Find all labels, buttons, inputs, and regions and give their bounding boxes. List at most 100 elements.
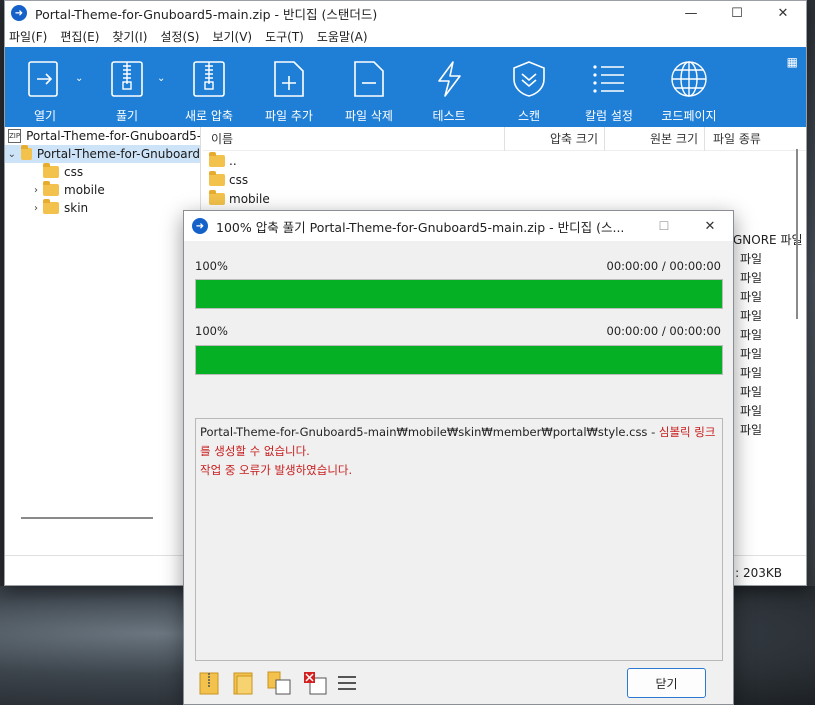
dialog-titlebar: ➜ 100% 압축 풀기 Portal-Theme-for-Gnuboard5-…: [184, 211, 733, 241]
folder-icon: [209, 170, 225, 186]
folder-icon: [209, 189, 225, 205]
toolbar-add-file-button[interactable]: 파일 추가: [249, 59, 329, 124]
file-type-cell: 파일: [740, 404, 763, 418]
dialog-footer: 닫기: [184, 662, 733, 704]
menu-lines-icon[interactable]: [336, 670, 360, 696]
toolbar-codepage-label: 코드페이지: [661, 109, 717, 123]
scan-icon: [509, 59, 549, 99]
menu-file[interactable]: 파일(F): [9, 28, 47, 45]
expand-chevron-icon[interactable]: ›: [29, 203, 43, 214]
toolbar-open-label: 열기: [33, 109, 57, 123]
maximize-button[interactable]: ☐: [714, 1, 760, 25]
column-name-header[interactable]: 이름: [203, 126, 505, 151]
log-file-path: Portal-Theme-for-Gnuboard5-main₩mobile₩s…: [200, 425, 659, 439]
tree-item-label: Portal-Theme-for-Gnuboard: [36, 147, 200, 161]
list-item-name: ..: [229, 153, 237, 168]
tree-root[interactable]: ZIP Portal-Theme-for-Gnuboard5-m: [5, 127, 200, 145]
file-list-scrollbar[interactable]: [796, 149, 798, 319]
column-type-header[interactable]: 파일 종류: [705, 127, 761, 151]
tree-item-label: css: [64, 165, 84, 179]
folder-icon: [20, 145, 32, 160]
open-dropdown-caret-icon[interactable]: ⌄: [75, 73, 87, 84]
bandizip-app-icon: ➜: [192, 218, 208, 234]
extract-dropdown-caret-icon[interactable]: ⌄: [157, 73, 169, 84]
codepage-icon: [669, 59, 709, 99]
menu-help[interactable]: 도움말(A): [317, 28, 368, 45]
column-packed-size-header[interactable]: 압축 크기: [505, 126, 605, 151]
progress1-percent: 100%: [195, 259, 228, 273]
toolbar-delete-file-label: 파일 삭제: [345, 109, 393, 123]
tree-root-label: Portal-Theme-for-Gnuboard5-m: [26, 129, 201, 143]
tree-item-mobile[interactable]: › mobile: [5, 181, 200, 199]
collapse-chevron-icon[interactable]: ⌄: [7, 149, 17, 160]
menu-tools[interactable]: 도구(T): [265, 28, 304, 45]
menu-find[interactable]: 찾기(I): [112, 28, 147, 45]
dialog-close-button[interactable]: 닫기: [627, 668, 706, 698]
dialog-close-x-button[interactable]: ✕: [687, 211, 733, 241]
folder-icon: [43, 199, 59, 214]
folder-icon: [209, 151, 225, 167]
file-type-cell: 파일: [740, 328, 763, 342]
toolbar-scan-button[interactable]: 스캔: [489, 59, 569, 124]
toolbar-column-settings-label: 칼럼 설정: [585, 109, 633, 123]
menu-view[interactable]: 보기(V): [212, 28, 252, 45]
folder-icon: [43, 163, 59, 178]
file-type-cell: 파일: [740, 252, 763, 266]
file-type-cell: 파일: [740, 385, 763, 399]
delete-archive-icon[interactable]: [302, 670, 327, 696]
progress-bar-current-fill: [196, 280, 722, 308]
toolbar-open-button[interactable]: 열기: [5, 59, 85, 124]
file-list-header: 이름 압축 크기 원본 크기 파일 종류: [203, 126, 806, 151]
main-titlebar: ➜ Portal-Theme-for-Gnuboard5-main.zip - …: [5, 1, 806, 25]
toolbar-new-archive-button[interactable]: 새로 압축: [169, 59, 249, 124]
dialog-title: 100% 압축 풀기 Portal-Theme-for-Gnuboard5-ma…: [216, 219, 625, 235]
toolbar: 열기 ⌄ 풀기 ⌄ 새로 압축 파일 추가 파일 삭제 테스트 스캔 칼럼 설정…: [5, 47, 806, 127]
log-error-summary: 작업 중 오류가 발생하였습니다.: [200, 463, 353, 477]
add-file-icon: [269, 59, 309, 99]
tree-item-selected-folder[interactable]: ⌄ Portal-Theme-for-Gnuboard: [5, 145, 200, 163]
open-archive-folder-icon[interactable]: [198, 670, 222, 696]
copy-files-icon[interactable]: [266, 670, 291, 696]
progress2-time: 00:00:00 / 00:00:00: [606, 324, 721, 338]
column-settings-icon: [589, 59, 629, 99]
toolbar-add-file-label: 파일 추가: [265, 109, 313, 123]
progress1-time: 00:00:00 / 00:00:00: [606, 259, 721, 273]
progress-bar-current: [195, 279, 723, 309]
toolbar-codepage-button[interactable]: 코드페이지: [649, 59, 729, 124]
close-window-button[interactable]: ✕: [760, 1, 806, 25]
file-type-cell: 파일: [740, 309, 763, 323]
tree-item-skin[interactable]: › skin: [5, 199, 200, 217]
open-folder-icon[interactable]: [232, 670, 256, 696]
minimize-button[interactable]: —: [668, 1, 714, 25]
delete-file-icon: [349, 59, 389, 99]
progress2-percent: 100%: [195, 324, 228, 338]
dialog-maximize-button: ☐: [658, 219, 670, 233]
tree-item-css[interactable]: css: [5, 163, 200, 181]
toolbar-column-settings-button[interactable]: 칼럼 설정: [569, 59, 649, 124]
column-original-size-header[interactable]: 원본 크기: [605, 126, 705, 151]
file-type-cell: 파일: [740, 290, 763, 304]
file-type-cell: GNORE 파일: [733, 233, 803, 247]
file-type-cell: 파일: [740, 423, 763, 437]
error-log[interactable]: Portal-Theme-for-Gnuboard5-main₩mobile₩s…: [195, 418, 723, 661]
toolbar-delete-file-button[interactable]: 파일 삭제: [329, 59, 409, 124]
list-item-name: css: [229, 172, 249, 187]
extract-progress-dialog: ➜ 100% 압축 풀기 Portal-Theme-for-Gnuboard5-…: [183, 210, 734, 705]
menu-settings[interactable]: 설정(S): [160, 28, 199, 45]
layout-toggle-icon[interactable]: ▦: [787, 55, 798, 69]
list-item-parent[interactable]: ..: [203, 151, 806, 170]
menu-edit[interactable]: 편집(E): [60, 28, 99, 45]
list-item-name: mobile: [229, 191, 270, 206]
tree-item-label: skin: [64, 201, 89, 215]
toolbar-test-button[interactable]: 테스트: [409, 59, 489, 124]
list-item-mobile[interactable]: mobile: [203, 189, 806, 208]
zip-archive-icon: ZIP: [8, 129, 22, 143]
bandizip-app-icon: ➜: [11, 5, 27, 21]
list-item-css[interactable]: css: [203, 170, 806, 189]
progress-bar-total: [195, 345, 723, 375]
tree-item-label: mobile: [64, 183, 105, 197]
toolbar-extract-button[interactable]: 풀기: [87, 59, 167, 124]
progress-bar-total-fill: [196, 346, 722, 374]
tree-horizontal-scrollbar[interactable]: [21, 517, 153, 519]
expand-chevron-icon[interactable]: ›: [29, 185, 43, 196]
